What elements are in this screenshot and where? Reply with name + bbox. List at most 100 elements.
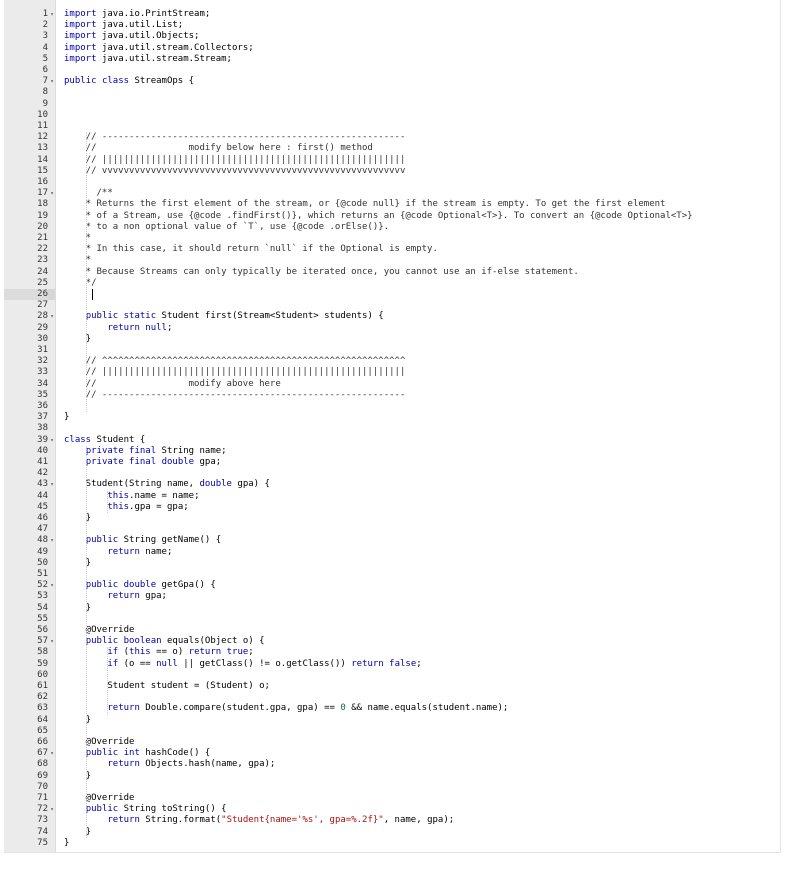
- line-number: 13: [37, 143, 48, 154]
- code-line[interactable]: 55: [4, 614, 780, 625]
- caret-down-icon[interactable]: ▾: [48, 311, 56, 322]
- code-line[interactable]: 60: [4, 670, 780, 681]
- code-line[interactable]: 22 * In this case, it should return `nul…: [4, 244, 780, 255]
- caret-down-icon[interactable]: ▾: [48, 580, 56, 591]
- code-line[interactable]: 44 this.name = name;: [4, 491, 780, 502]
- code-line[interactable]: 20 * to a non optional value of `T`, use…: [4, 222, 780, 233]
- code-line[interactable]: 53 return gpa;: [4, 591, 780, 602]
- line-number: 46: [37, 513, 48, 523]
- code-line[interactable]: 15 // vvvvvvvvvvvvvvvvvvvvvvvvvvvvvvvvvv…: [4, 166, 780, 177]
- code-line[interactable]: 41 private final double gpa;: [4, 457, 780, 468]
- code-line[interactable]: 29 return null;: [4, 323, 780, 334]
- code-line[interactable]: 18 * Returns the first element of the st…: [4, 199, 780, 210]
- code-line[interactable]: 12 // ----------------------------------…: [4, 132, 780, 143]
- code-line[interactable]: 73 return String.format("Student{name='%…: [4, 815, 780, 826]
- code-line[interactable]: 10: [4, 110, 780, 121]
- code-line[interactable]: 66 @Override: [4, 737, 780, 748]
- code-line[interactable]: 24 * Because Streams can only typically …: [4, 267, 780, 278]
- code-line[interactable]: 61 Student student = (Student) o;: [4, 681, 780, 692]
- code-line[interactable]: 35 // ----------------------------------…: [4, 390, 780, 401]
- code-editor[interactable]: 1 ▾ import java.io.PrintStream; 2 import jav…: [4, 0, 781, 853]
- caret-down-icon[interactable]: ▾: [48, 804, 56, 815]
- caret-down-icon[interactable]: ▾: [48, 636, 56, 647]
- code-line[interactable]: 39 ▾ class Student {: [4, 435, 780, 446]
- code-line[interactable]: 4 import java.util.stream.Collectors;: [4, 43, 780, 54]
- code-line[interactable]: 13 // modify below here : first() method: [4, 143, 780, 154]
- line-number: 22: [37, 244, 48, 255]
- code-line[interactable]: 57 ▾ public boolean equals(Object o) {: [4, 636, 780, 647]
- caret-down-icon[interactable]: ▾: [48, 748, 56, 759]
- caret-down-icon[interactable]: ▾: [48, 76, 56, 87]
- caret-down-icon[interactable]: ▾: [48, 188, 56, 199]
- code-line[interactable]: 56 @Override: [4, 625, 780, 636]
- code-line[interactable]: 26: [4, 289, 780, 301]
- code-line[interactable]: 43 ▾ Student(String name, double gpa) {: [4, 479, 780, 490]
- indent-guide: [107, 647, 108, 715]
- code-line[interactable]: 38: [4, 423, 780, 434]
- line-number: 19: [37, 210, 48, 221]
- code-line[interactable]: 49 return name;: [4, 547, 780, 558]
- code-line[interactable]: 21 *: [4, 233, 780, 244]
- code-line[interactable]: 72 ▾ public String toString() {: [4, 804, 780, 815]
- code-line[interactable]: 51: [4, 569, 780, 580]
- code-line[interactable]: 45 this.gpa = gpa;: [4, 502, 780, 513]
- code-line[interactable]: 3 import java.util.Objects;: [4, 31, 780, 42]
- code-line[interactable]: 47: [4, 524, 780, 535]
- code-line[interactable]: 30 }: [4, 334, 780, 345]
- code-line[interactable]: 52 ▾ public double getGpa() {: [4, 580, 780, 591]
- code-line[interactable]: 59 if (o == null || getClass() != o.getC…: [4, 659, 780, 670]
- code-line[interactable]: 70: [4, 782, 780, 793]
- code-line[interactable]: 48 ▾ public String getName() {: [4, 535, 780, 546]
- code-line[interactable]: 65: [4, 726, 780, 737]
- code-line[interactable]: 34 // modify above here: [4, 379, 780, 390]
- code-line[interactable]: 27: [4, 300, 780, 311]
- code-line[interactable]: 8: [4, 87, 780, 98]
- code-line[interactable]: 42: [4, 468, 780, 479]
- caret-down-icon[interactable]: ▾: [48, 479, 56, 490]
- code-line[interactable]: 5 import java.util.stream.Stream;: [4, 54, 780, 65]
- code-line[interactable]: 58 if (this == o) return true;: [4, 647, 780, 658]
- line-number: 30: [37, 333, 48, 344]
- code-line[interactable]: 6: [4, 65, 780, 76]
- code-line[interactable]: 7 ▾ public class StreamOps {: [4, 76, 780, 87]
- code-line[interactable]: 71 @Override: [4, 793, 780, 804]
- line-number: 58: [37, 647, 48, 658]
- code-line[interactable]: 74 }: [4, 827, 780, 838]
- line-number: 21: [37, 233, 48, 243]
- code-line[interactable]: 11: [4, 121, 780, 132]
- code-text: // vvvvvvvvvvvvvvvvvvvvvvvvvvvvvvvvvvvvv…: [64, 165, 406, 176]
- code-line[interactable]: 63 return Double.compare(student.gpa, gp…: [4, 703, 780, 714]
- code-line[interactable]: 23 *: [4, 255, 780, 266]
- code-line[interactable]: 50 }: [4, 558, 780, 569]
- code-line[interactable]: 64 }: [4, 715, 780, 726]
- code-line[interactable]: 68 return Objects.hash(name, gpa);: [4, 759, 780, 770]
- line-number: 3: [42, 31, 48, 42]
- code-line[interactable]: 67 ▾ public int hashCode() {: [4, 748, 780, 759]
- caret-down-icon[interactable]: ▾: [48, 9, 56, 20]
- line-number: 37: [37, 412, 48, 423]
- code-line[interactable]: 25 */: [4, 278, 780, 289]
- code-line[interactable]: 69 }: [4, 771, 780, 782]
- code-line[interactable]: 28 ▾ public static Student first(Stream<S…: [4, 311, 780, 322]
- code-line[interactable]: 54 }: [4, 603, 780, 614]
- code-line[interactable]: 14 // ||||||||||||||||||||||||||||||||||…: [4, 155, 780, 166]
- caret-down-icon[interactable]: ▾: [48, 435, 56, 446]
- code-line[interactable]: 32 // ^^^^^^^^^^^^^^^^^^^^^^^^^^^^^^^^^^…: [4, 356, 780, 367]
- code-line[interactable]: 31: [4, 345, 780, 356]
- code-line[interactable]: 16: [4, 177, 780, 188]
- code-line[interactable]: 17 ▾ /**: [4, 188, 780, 199]
- code-line[interactable]: 36: [4, 401, 780, 412]
- code-line[interactable]: 9: [4, 99, 780, 110]
- code-line[interactable]: 1 ▾ import java.io.PrintStream;: [4, 9, 780, 20]
- code-line[interactable]: 62: [4, 692, 780, 703]
- code-line[interactable]: 46 }: [4, 513, 780, 524]
- code-line[interactable]: 33 // ||||||||||||||||||||||||||||||||||…: [4, 367, 780, 378]
- code-line[interactable]: 37}: [4, 412, 780, 423]
- code-line[interactable]: 2 import java.util.List;: [4, 20, 780, 31]
- code-text: @Override: [64, 793, 135, 803]
- code-line[interactable]: 40 private final String name;: [4, 446, 780, 457]
- code-line[interactable]: 75}: [4, 838, 780, 849]
- line-number: 29: [37, 322, 48, 333]
- caret-down-icon[interactable]: ▾: [48, 535, 56, 546]
- code-line[interactable]: 19 * of a Stream, use {@code .findFirst(…: [4, 211, 780, 222]
